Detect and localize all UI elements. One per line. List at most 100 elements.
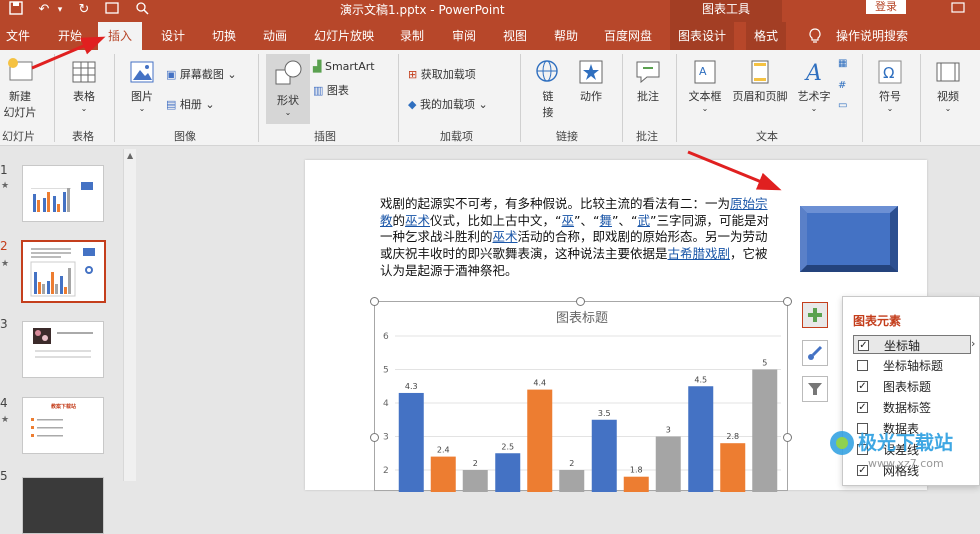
tab-slideshow[interactable]: 幻灯片放映 — [314, 22, 374, 50]
tab-review[interactable]: 审阅 — [452, 22, 476, 50]
smartart-label: SmartArt — [324, 60, 375, 73]
chart-bar — [720, 443, 746, 502]
y-tick-label: 5 — [383, 366, 389, 376]
tab-design[interactable]: 设计 — [161, 22, 185, 50]
chart-bar — [527, 389, 553, 502]
date-time-icon[interactable]: ▦ — [838, 58, 847, 69]
chart-element-option[interactable]: 坐标轴标题 — [853, 356, 971, 375]
tab-view[interactable]: 视图 — [503, 22, 527, 50]
undo-icon[interactable]: ↶ — [36, 1, 52, 19]
chart-bar — [398, 392, 424, 502]
chart-elements-button[interactable] — [802, 302, 828, 328]
chart-button[interactable]: ▥ 图表 — [313, 82, 349, 98]
chart-element-option[interactable]: ✓ 坐标轴 — [853, 335, 971, 354]
tab-transitions[interactable]: 切换 — [212, 22, 236, 50]
action-button[interactable]: 动作 — [574, 58, 608, 104]
undo-dropdown-icon[interactable]: ▾ — [52, 1, 68, 19]
group-label-images: 图像 — [174, 130, 196, 143]
screenshot-button[interactable]: ▣ 屏幕截图 ⌄ — [166, 66, 237, 82]
login-button[interactable]: 登录 — [866, 0, 906, 14]
header-footer-button[interactable]: 页眉和页脚 — [728, 58, 792, 104]
video-button[interactable]: 视频 ⌄ — [928, 58, 968, 113]
watermark-url: www.xz7.com — [868, 457, 944, 470]
group-label-addins: 加载项 — [440, 130, 473, 143]
checkbox-checked-icon[interactable]: ✓ — [858, 340, 869, 351]
chart-styles-button[interactable] — [802, 340, 828, 366]
hyperlink[interactable]: 舞 — [600, 213, 613, 228]
album-button[interactable]: ▤ 相册 ⌄ — [166, 96, 215, 112]
tab-home[interactable]: 开始 — [58, 22, 82, 50]
hyperlink[interactable]: 巫 — [562, 213, 575, 228]
wordart-button[interactable]: A 艺术字 ⌄ — [794, 58, 834, 113]
tab-help[interactable]: 帮助 — [554, 22, 578, 50]
hyperlink[interactable]: 武 — [637, 213, 650, 228]
tell-me-search[interactable]: 操作说明搜索 — [836, 22, 908, 50]
my-addins-icon: ◆ — [408, 98, 417, 111]
hyperlink[interactable]: 巫术 — [405, 213, 430, 228]
slide-thumbnail-1[interactable] — [22, 165, 104, 222]
group-separator — [622, 54, 623, 142]
group-separator — [520, 54, 521, 142]
text-run: 仪式，比如上古中文，“ — [430, 212, 562, 228]
slide-thumbnail-4[interactable]: 教案下载站 — [22, 397, 104, 454]
tab-file[interactable]: 文件 — [6, 22, 30, 50]
table-button[interactable]: 表格 ⌄ — [64, 58, 104, 113]
comment-button[interactable]: 批注 — [630, 58, 666, 104]
tab-animations[interactable]: 动画 — [263, 22, 287, 50]
slide-number: 1 — [0, 163, 8, 177]
chart-object[interactable]: 图表标题 6 5 4 3 2 4.3 2.4 2 2.5 4.4 2 3.5 1.8 3 4.5 2.8 5 — [374, 301, 788, 502]
slide-thumbnail-5[interactable] — [22, 477, 104, 534]
get-addins-button[interactable]: ⊞ 获取加载项 — [408, 66, 476, 82]
slide-thumbnail-3[interactable] — [22, 321, 104, 378]
ribbon-display-icon[interactable] — [950, 1, 966, 19]
preview-icon[interactable] — [134, 1, 150, 19]
bar-chart: 图表标题 6 5 4 3 2 4.3 2.4 2 2.5 4.4 2 3.5 1.8 3 4.5 2.8 5 — [383, 311, 781, 502]
bar-data-label: 1.8 — [630, 466, 643, 475]
slide-number-icon[interactable]: # — [838, 80, 846, 91]
link-button[interactable]: 链 接 — [530, 58, 566, 120]
tab-format[interactable]: 格式 — [746, 22, 787, 50]
smartart-button[interactable]: ▟ SmartArt — [313, 60, 375, 73]
hyperlink[interactable]: 巫术 — [493, 229, 518, 244]
tab-chart-design[interactable]: 图表设计 — [670, 22, 735, 50]
tab-baidu-netdisk[interactable]: 百度网盘 — [604, 22, 652, 50]
slide-body-text[interactable]: 戏剧的起源实不可考，有多种假说。比较主流的看法有二：一为原始宗教的巫术仪式，比如… — [380, 196, 772, 280]
save-icon[interactable] — [8, 1, 24, 19]
checkbox-checked-icon[interactable]: ✓ — [857, 381, 868, 392]
resize-handle[interactable] — [783, 297, 792, 306]
slide-thumbnail-2[interactable] — [21, 240, 106, 303]
store-icon: ⊞ — [408, 68, 418, 81]
thumbnail-scrollbar[interactable]: ▲ — [123, 149, 136, 481]
new-slide-button[interactable]: 新建 幻灯片 — [2, 56, 38, 120]
from-start-icon[interactable] — [104, 1, 120, 19]
comment-icon — [636, 61, 660, 84]
bar-data-label: 4.3 — [405, 382, 418, 391]
resize-handle[interactable] — [783, 433, 792, 442]
chart-bar — [495, 453, 521, 502]
chart-element-option[interactable]: ✓ 数据标签 — [853, 398, 971, 417]
chart-element-option[interactable]: ✓ 图表标题 — [853, 377, 971, 396]
redo-icon[interactable]: ↻ — [76, 1, 92, 19]
resize-handle[interactable] — [370, 433, 379, 442]
hyperlink[interactable]: 古希腊戏剧 — [668, 246, 731, 261]
beveled-rectangle-shape[interactable] — [800, 206, 898, 272]
checkbox-icon[interactable] — [857, 360, 868, 371]
y-tick-label: 2 — [383, 466, 389, 476]
chevron-right-icon[interactable]: › — [971, 337, 975, 350]
tab-insert[interactable]: 插入 — [98, 22, 143, 50]
shapes-button[interactable]: 形状 ⌄ — [266, 54, 310, 124]
group-separator — [862, 54, 863, 142]
textbox-button[interactable]: A 文本框 ⌄ — [684, 58, 726, 113]
symbol-button[interactable]: Ω 符号 ⌄ — [872, 58, 908, 113]
resize-handle[interactable] — [370, 297, 379, 306]
chart-filters-button[interactable] — [802, 376, 828, 402]
my-addins-button[interactable]: ◆ 我的加载项 ⌄ — [408, 96, 488, 112]
resize-handle[interactable] — [576, 297, 585, 306]
object-icon[interactable]: ▭ — [838, 100, 847, 111]
picture-button[interactable]: 图片 ⌄ — [124, 58, 160, 113]
scroll-up-arrow-icon[interactable]: ▲ — [127, 151, 133, 160]
tab-record[interactable]: 录制 — [400, 22, 424, 50]
checkbox-checked-icon[interactable]: ✓ — [857, 402, 868, 413]
bar-data-label: 5 — [762, 359, 767, 368]
ribbon-tab-bar: 文件 开始 插入 设计 切换 动画 幻灯片放映 录制 审阅 视图 帮助 百度网盘… — [0, 22, 980, 50]
